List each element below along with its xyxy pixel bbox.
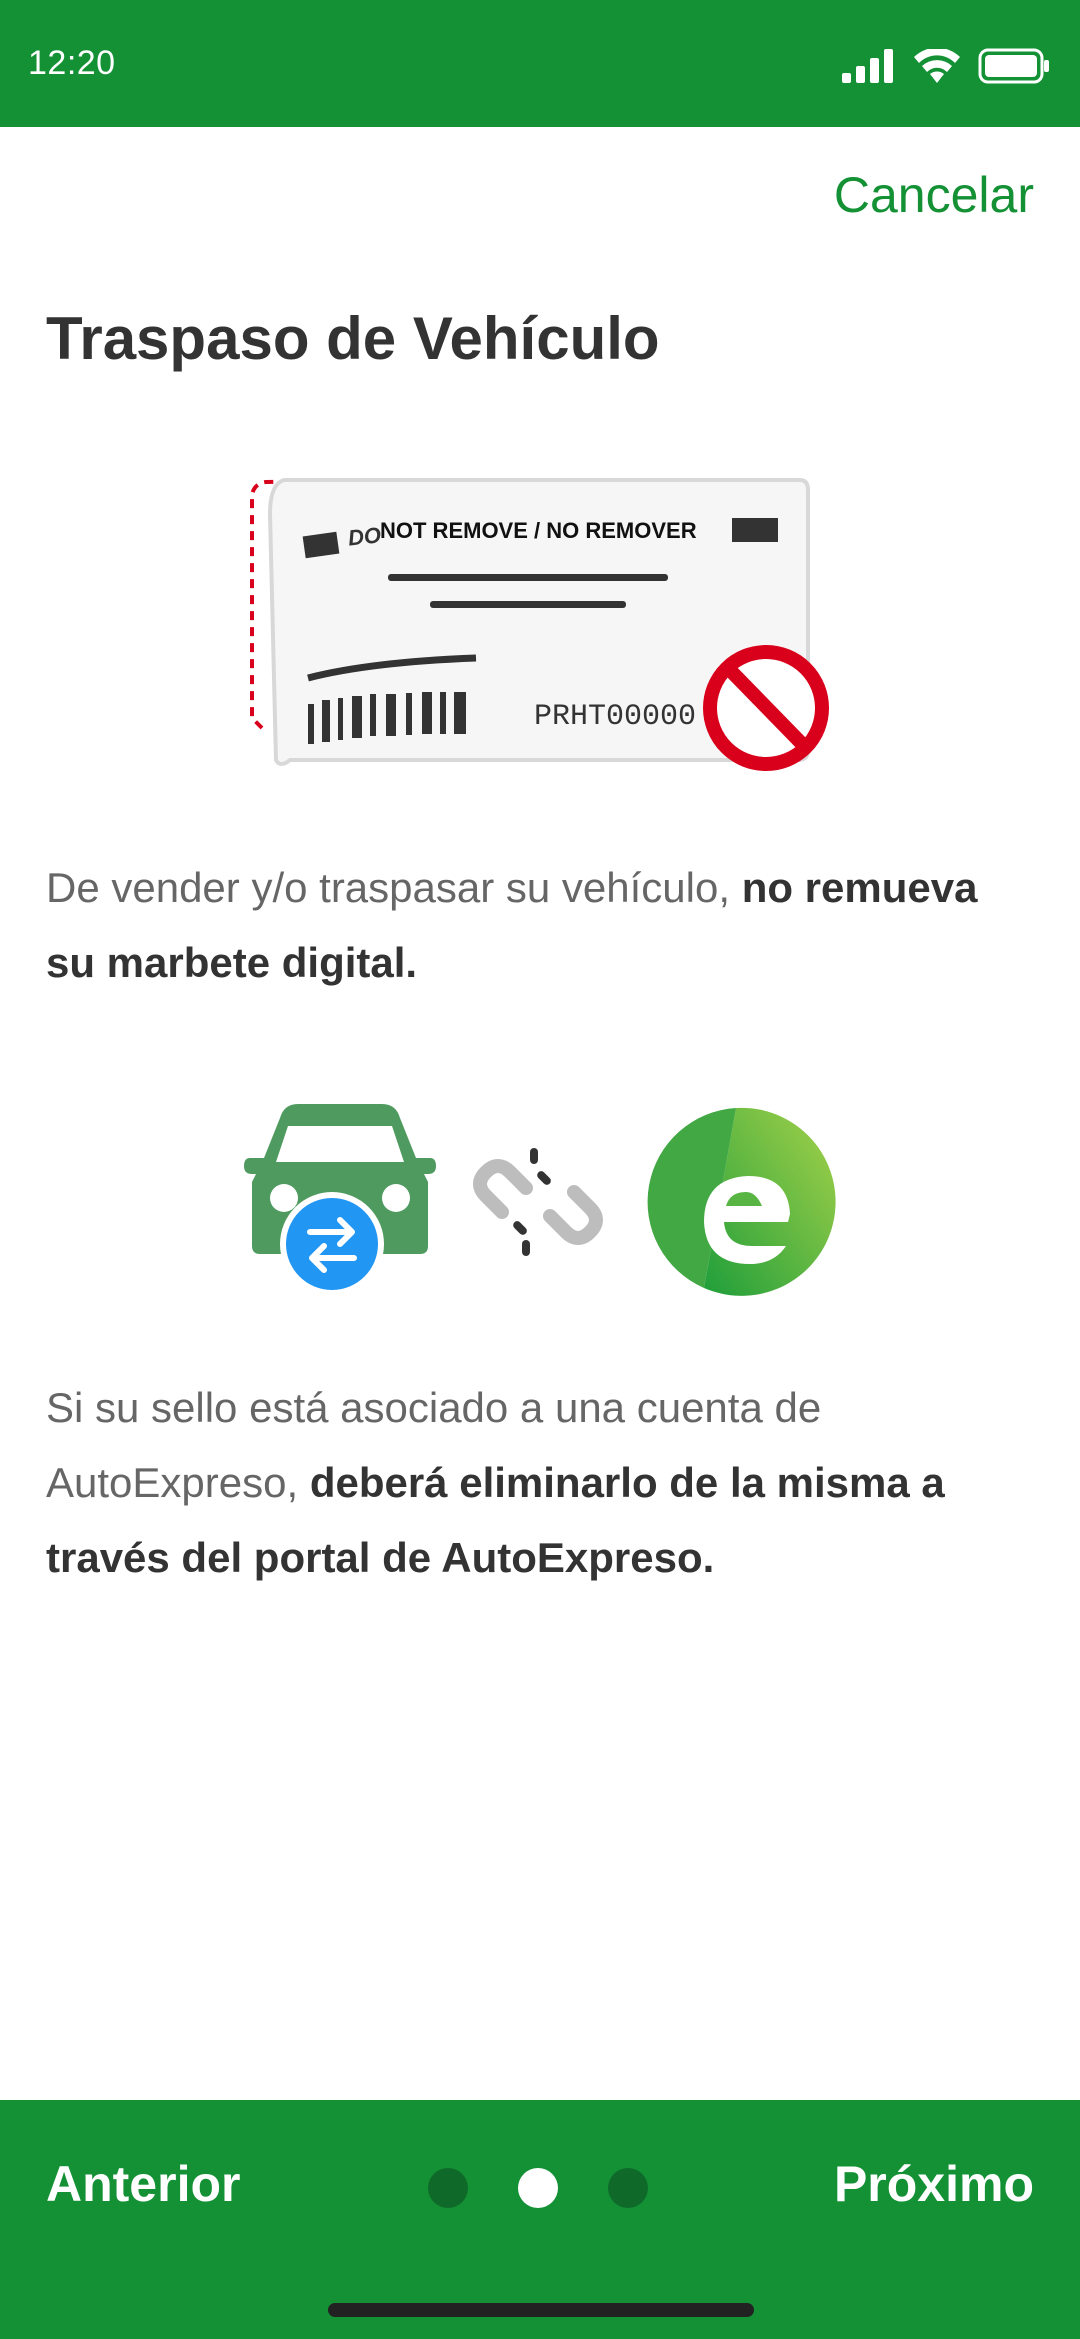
instruction-1-normal: De vender y/o traspasar su vehículo,: [46, 864, 742, 911]
status-bar: 12:20: [0, 0, 1080, 127]
instruction-text-1: De vender y/o traspasar su vehículo, no …: [46, 850, 1026, 1000]
home-indicator[interactable]: [328, 2303, 754, 2317]
wifi-icon: [914, 49, 960, 83]
sticker-do-text: DO: [346, 522, 383, 551]
sticker-warning-text: NOT REMOVE / NO REMOVER: [380, 518, 697, 543]
instruction-text-2: Si su sello está asociado a una cuenta d…: [46, 1370, 1026, 1595]
next-button[interactable]: Próximo: [834, 2155, 1034, 2213]
page-title: Traspaso de Vehículo: [46, 305, 660, 372]
sticker-plate-code: PRHT00000: [534, 700, 697, 734]
signal-icon: [842, 49, 893, 83]
broken-link-icon: [473, 1148, 603, 1256]
page-indicator: [428, 2168, 648, 2208]
status-icons: [842, 46, 1050, 86]
car-transfer-icon: [244, 1104, 436, 1296]
status-time: 12:20: [28, 44, 116, 82]
page-dot-3[interactable]: [608, 2168, 648, 2208]
battery-icon: [978, 48, 1049, 84]
page-dot-2-active[interactable]: [518, 2168, 558, 2208]
previous-button[interactable]: Anterior: [46, 2155, 240, 2213]
cancel-button[interactable]: Cancelar: [834, 166, 1034, 224]
autoexpreso-logo-icon: [647, 1107, 836, 1296]
page-dot-1[interactable]: [428, 2168, 468, 2208]
sticker-illustration: DO NOT REMOVE / NO REMOVER PRHT00000: [240, 468, 840, 788]
icons-row: [240, 1098, 840, 1308]
